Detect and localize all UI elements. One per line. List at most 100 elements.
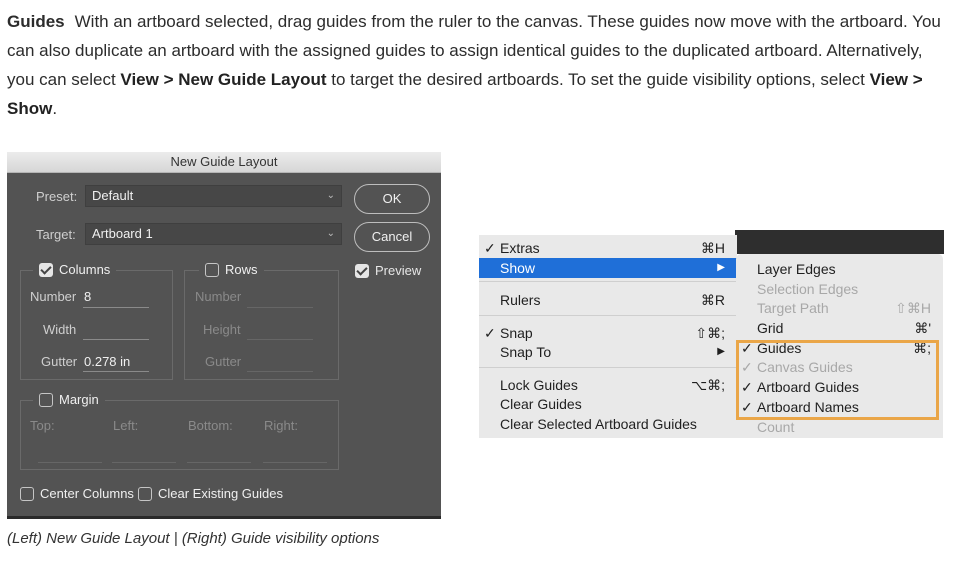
margin-left-input[interactable] (112, 462, 176, 463)
checkbox-unchecked-icon (205, 262, 219, 277)
preset-select[interactable]: Default ⌄ (85, 185, 342, 207)
margin-bottom-input[interactable] (187, 462, 251, 463)
menu-separator (479, 315, 737, 316)
menu-item-shortcut: ⌘R (700, 292, 725, 308)
submenu-arrow-icon: ▶ (717, 262, 725, 273)
center-columns-label: Center Columns (40, 486, 134, 501)
submenu-arrow-icon: ▶ (717, 346, 725, 357)
menu-item-label: Lock Guides (500, 377, 578, 393)
view-menu-screenshot: ✓ Extras ⌘H Show ▶ Rulers ⌘R ✓ Snap ⇧⌘; … (479, 230, 944, 438)
menu-item-label: Selection Edges (757, 281, 859, 297)
target-value: Artboard 1 (92, 226, 153, 241)
menu-bar-background (735, 230, 944, 254)
submenu-item-selection-edges: Selection Edges (736, 279, 943, 299)
preview-label: Preview (375, 263, 422, 278)
menu-item-shortcut: ⇧⌘H (895, 300, 931, 316)
margin-top-input[interactable] (38, 462, 102, 463)
menu-item-clear-guides[interactable]: Clear Guides (479, 394, 737, 414)
field-underline (247, 371, 313, 372)
columns-label: Columns (59, 262, 111, 277)
menu-ref-new-guide-layout: New Guide Layout (178, 70, 327, 89)
columns-gutter-label: Gutter (41, 354, 78, 369)
menu-separator (479, 281, 737, 282)
preset-label: Preset: (36, 189, 78, 204)
checkmark-icon: ✓ (484, 240, 496, 256)
margin-group: Margin Top: Left: Bottom: Right: (20, 392, 339, 470)
guides-heading: Guides (7, 12, 65, 31)
menu-item-shortcut: ⇧⌘; (695, 325, 725, 341)
field-underline (247, 339, 313, 340)
menu-item-shortcut: ⌘H (700, 240, 725, 256)
columns-number-label: Number (30, 289, 77, 304)
menu-item-clear-selected-artboard-guides[interactable]: Clear Selected Artboard Guides (479, 414, 737, 434)
checkmark-icon: ✓ (484, 325, 496, 341)
intro-paragraph: Guides With an artboard selected, drag gu… (7, 7, 942, 123)
preview-checkbox[interactable]: Preview (355, 263, 421, 278)
menu-ref-view: View (869, 70, 908, 89)
paragraph-text: . (52, 99, 58, 118)
margin-right-input[interactable] (263, 462, 327, 463)
checkbox-checked-icon (39, 262, 53, 277)
guides-highlight-box (736, 340, 939, 420)
margin-right-label: Right: (264, 418, 298, 433)
paragraph-text: to target the desired artboards. To set … (326, 70, 870, 89)
columns-number-input[interactable]: 8 (84, 289, 91, 304)
menu-item-label: Target Path (757, 300, 829, 316)
menu-item-show[interactable]: Show ▶ (479, 258, 737, 278)
new-guide-layout-dialog: New Guide Layout Preset: Default ⌄ Targe… (7, 152, 441, 519)
rows-label: Rows (225, 262, 258, 277)
margin-checkbox[interactable]: Margin (33, 392, 105, 407)
menu-item-shortcut: ⌥⌘; (690, 377, 725, 393)
menu-item-lock-guides[interactable]: Lock Guides ⌥⌘; (479, 375, 737, 395)
margin-label: Margin (59, 392, 99, 407)
cancel-button[interactable]: Cancel (354, 222, 430, 252)
field-underline (247, 307, 313, 308)
view-menu: ✓ Extras ⌘H Show ▶ Rulers ⌘R ✓ Snap ⇧⌘; … (479, 235, 737, 438)
menu-item-label: Rulers (500, 292, 541, 308)
rows-group: Rows Number Height Gutter (184, 262, 339, 380)
menu-item-label: Clear Selected Artboard Guides (500, 416, 697, 432)
target-select[interactable]: Artboard 1 ⌄ (85, 223, 342, 245)
checkbox-checked-icon (355, 263, 369, 278)
menu-item-snap-to[interactable]: Snap To ▶ (479, 342, 737, 362)
target-label: Target: (36, 227, 76, 242)
center-columns-checkbox[interactable]: Center Columns (20, 486, 134, 501)
menu-item-label: Count (757, 419, 795, 435)
columns-group: Columns Number 8 Width Gutter 0.278 in (20, 262, 173, 380)
menu-item-label: Grid (757, 320, 784, 336)
ok-button[interactable]: OK (354, 184, 430, 214)
field-underline (83, 307, 149, 308)
menu-item-shortcut: ⌘' (914, 320, 931, 336)
rows-height-label: Height (203, 322, 241, 337)
menu-item-label: Layer Edges (757, 261, 836, 277)
menu-ref-view: View (120, 70, 159, 89)
margin-bottom-label: Bottom: (188, 418, 233, 433)
rows-number-label: Number (195, 289, 242, 304)
columns-width-label: Width (43, 322, 77, 337)
figure-caption: (Left) New Guide Layout | (Right) Guide … (7, 530, 380, 547)
submenu-item-grid[interactable]: Grid ⌘' (736, 318, 943, 338)
menu-item-label: Snap (500, 325, 533, 341)
menu-sep: > (158, 70, 179, 89)
clear-existing-guides-label: Clear Existing Guides (158, 486, 283, 501)
checkbox-unchecked-icon (138, 486, 152, 501)
menu-item-extras[interactable]: ✓ Extras ⌘H (479, 238, 737, 258)
columns-gutter-input[interactable]: 0.278 in (84, 354, 130, 369)
menu-ref-show: Show (7, 99, 53, 118)
menu-separator (479, 367, 737, 368)
columns-checkbox[interactable]: Columns (33, 262, 117, 277)
clear-existing-guides-checkbox[interactable]: Clear Existing Guides (138, 486, 283, 501)
field-underline (83, 339, 149, 340)
menu-sep: > (908, 70, 923, 89)
preset-value: Default (92, 188, 134, 203)
menu-item-snap[interactable]: ✓ Snap ⇧⌘; (479, 323, 737, 343)
menu-item-label: Clear Guides (500, 396, 582, 412)
chevron-down-icon: ⌄ (326, 228, 335, 239)
menu-item-label: Show (500, 260, 536, 276)
menu-item-rulers[interactable]: Rulers ⌘R (479, 290, 737, 310)
menu-item-label: Extras (500, 240, 540, 256)
menu-item-label: Snap To (500, 344, 552, 360)
submenu-item-count: Count (736, 417, 943, 437)
submenu-item-layer-edges[interactable]: Layer Edges (736, 259, 943, 279)
rows-checkbox[interactable]: Rows (199, 262, 264, 277)
